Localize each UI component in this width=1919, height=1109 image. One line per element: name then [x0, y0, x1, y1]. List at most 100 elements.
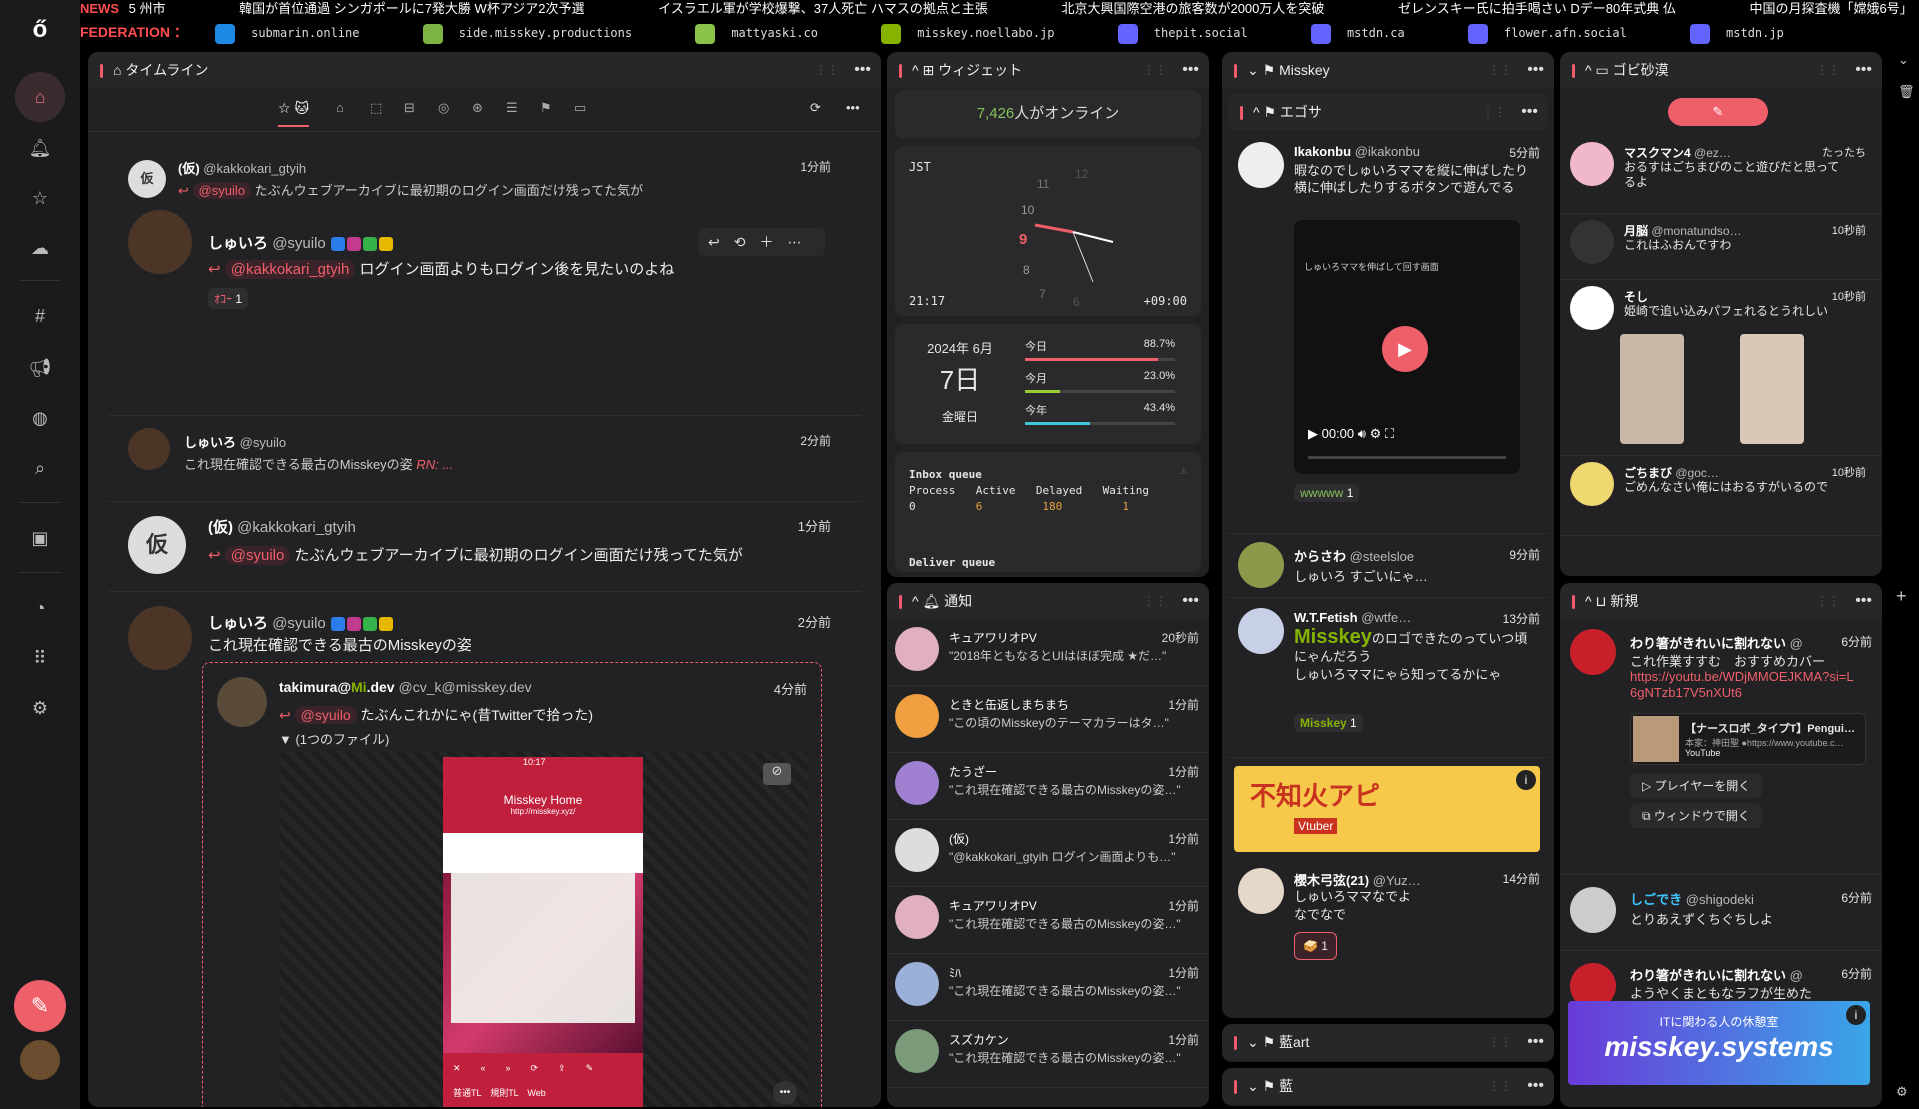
federation-item[interactable]: mattyaski.co	[695, 21, 818, 44]
misskey-logo-icon[interactable]: ő	[24, 14, 56, 46]
screenshot-image[interactable]: 10:17 Misskey Home http://misskey.xyz/ ✕«…	[443, 757, 643, 1107]
tabs-more-icon[interactable]: •••	[846, 100, 860, 115]
notification-item[interactable]: ときと缶返しまちまち "この頃のMisskeyのテーマカラーはタ…" 1分前	[887, 686, 1209, 753]
dashboard-icon[interactable]: ◔	[24, 592, 56, 624]
video-player[interactable]: しゅいろママを伸ばして回す画面 ▶ ▶ 00:00 🔊︎ ⚙ ⛶	[1294, 220, 1520, 474]
note-time[interactable]: 4分前	[774, 679, 807, 698]
note[interactable]: 仮 (仮) @kakkokari_gtyih 1分前 ↩ @syuilo たぶん…	[108, 502, 861, 592]
misskey-header[interactable]: ⌄ ⚑ Misskey ⋮⋮ •••	[1222, 52, 1554, 88]
media-container[interactable]: 10:17 Misskey Home http://misskey.xyz/ ✕«…	[279, 751, 809, 1107]
media-menu-icon[interactable]: •••	[773, 1081, 797, 1105]
ad-banner[interactable]: 不知火アピ Vtuber i	[1234, 766, 1540, 852]
note-actions[interactable]: ↩⟲＋⋯	[698, 228, 826, 256]
grid-icon[interactable]: ⠿	[24, 642, 56, 674]
ticker-item[interactable]: 5 州市	[129, 1, 166, 16]
collapse-icon[interactable]: ⌄	[1898, 52, 1909, 68]
url-link[interactable]: https://youtu.be/WDjMMOEJKMA?si=L6gNTzb1…	[1630, 669, 1860, 701]
avatar[interactable]: 仮	[128, 516, 186, 574]
tab-federated-icon[interactable]: ⊛	[472, 100, 483, 116]
note[interactable]: Ikakonbu @ikakonbu 5分前 暇なのでしゅいろママを縦に伸ばした…	[1228, 134, 1548, 534]
hashtag-icon[interactable]: #	[24, 300, 56, 332]
notification-item[interactable]: たうざー "これ現在確認できる最古のMisskeyの姿…" 1分前	[887, 753, 1209, 820]
avatar[interactable]	[895, 895, 939, 939]
ticker-item[interactable]: イスラエル軍が学校爆撃、37人死亡 ハマスの拠点と主張	[658, 1, 988, 16]
reaction-button[interactable]: 🥪 1	[1294, 932, 1337, 960]
note-author[interactable]: しゅいろ	[208, 615, 268, 632]
hide-media-icon[interactable]: ⊘	[763, 763, 791, 785]
ad-banner[interactable]: ITに関わる人の休憩室 misskey.systems i	[1568, 1001, 1870, 1085]
attached-image[interactable]	[1620, 334, 1684, 444]
note-author[interactable]: (仮)	[178, 161, 200, 176]
more-icon[interactable]: •••	[1527, 52, 1544, 88]
more-icon[interactable]: •••	[1182, 583, 1199, 619]
note-acct[interactable]: @syuilo	[272, 615, 326, 632]
note[interactable]: わり箸がきれいに割れない @ 6分前 これ作業すすむ おすすめカバー https…	[1560, 619, 1882, 875]
note-time[interactable]: 2分前	[800, 432, 831, 449]
mention[interactable]: @kakkokari_gtyih	[224, 260, 356, 279]
tab-home-icon[interactable]: ⌂	[336, 100, 344, 115]
avatar[interactable]	[128, 606, 192, 670]
tab-global-icon[interactable]: ◎	[438, 100, 449, 116]
avatar[interactable]	[1570, 142, 1614, 186]
note-acct[interactable]: @syuilo	[272, 235, 326, 252]
quote-note[interactable]: takimura@Mi.dev @cv_k@misskey.dev 4分前 ↩ …	[202, 662, 822, 1107]
star-icon[interactable]: ☆	[24, 182, 56, 214]
open-player-button[interactable]: ▷ プレイヤーを開く	[1630, 773, 1763, 798]
note-acct[interactable]: @cv_k@misskey.dev	[398, 679, 531, 695]
note[interactable]: からさわ @steelsloe 9分前 しゅいろ すごいにゃ…	[1228, 534, 1548, 598]
avatar[interactable]	[1570, 887, 1616, 933]
federation-item[interactable]: side.misskey.productions	[422, 21, 632, 44]
ticker-item[interactable]: 中国の月探査機「嫦娥6号」	[1749, 1, 1912, 16]
mention[interactable]: @syuilo	[192, 182, 251, 199]
art-header[interactable]: ⌄ ⚑ 藍art ⋮⋮ •••	[1222, 1024, 1554, 1060]
files-toggle[interactable]: ▼ (1つのファイル)	[279, 729, 389, 748]
reaction-button[interactable]: wwwww 1	[1294, 484, 1360, 502]
new-header[interactable]: ^ ⊔ 新規 ⋮⋮ •••	[1560, 583, 1882, 619]
note[interactable]: マスクマン4 @ez… たったち おるすはごちまびのこと遊びだと思ってるよ	[1560, 136, 1882, 214]
federation-item[interactable]: mstdn.jp	[1690, 21, 1784, 44]
note-author[interactable]: (仮)	[208, 519, 233, 536]
bell-icon[interactable]: 🔔︎	[24, 132, 56, 164]
note-acct[interactable]: @kakkokari_gtyih	[203, 161, 306, 176]
open-window-button[interactable]: ⧉ ウィンドウで開く	[1630, 803, 1762, 828]
play-button[interactable]: ▶	[1382, 326, 1428, 372]
timeline-header[interactable]: ⌂ タイムライン ⋮⋮ •••	[88, 52, 881, 88]
note-time[interactable]: 1分前	[800, 158, 831, 175]
megaphone-icon[interactable]: 📢︎	[24, 352, 56, 384]
note-time[interactable]: 2分前	[798, 612, 831, 631]
note[interactable]: しゅいろ @syuilo 2分前 これ現在確認できる最古のMisskeyの姿 R…	[108, 416, 861, 502]
drive-icon[interactable]: ▣	[24, 522, 56, 554]
avatar[interactable]	[128, 428, 170, 470]
federation-item[interactable]: flower.afn.social	[1467, 21, 1627, 44]
note-time[interactable]: 1分前	[798, 516, 831, 535]
notification-item[interactable]: スズカケン "これ現在確認できる最古のMisskeyの姿…" 1分前	[887, 1021, 1209, 1088]
note[interactable]: 櫻木弓弦(21) @Yuz… 14分前 しゅいろママなでよ なでなで 🥪 1	[1228, 860, 1548, 990]
federation-item[interactable]: misskey.noellabo.jp	[881, 21, 1055, 44]
compose-button[interactable]: ✎	[1668, 98, 1768, 126]
cloud-icon[interactable]: ☁	[24, 232, 56, 264]
mention[interactable]: @syuilo	[294, 706, 357, 724]
ticker-item[interactable]: 北京大興国際空港の旅客数が2000万人を突破	[1061, 1, 1324, 16]
tab-list-icon[interactable]: ☰	[506, 100, 518, 116]
home-icon[interactable]: ⌂	[15, 72, 65, 122]
widgets-header[interactable]: ^ ⊞ ウィジェット ⋮⋮ •••	[887, 52, 1209, 88]
account-avatar[interactable]	[20, 1040, 60, 1080]
avatar[interactable]	[1570, 629, 1616, 675]
avatar[interactable]	[895, 1029, 939, 1073]
note-author[interactable]: しゅいろ	[184, 435, 236, 450]
video-seek-bar[interactable]	[1308, 456, 1506, 459]
info-icon[interactable]: i	[1516, 770, 1536, 790]
avatar[interactable]	[1238, 868, 1284, 914]
video-controls[interactable]: ▶ 00:00 🔊︎ ⚙ ⛶	[1308, 426, 1394, 442]
refresh-icon[interactable]: ⟳	[810, 100, 821, 116]
more-icon[interactable]: •••	[1182, 52, 1199, 88]
avatar[interactable]	[1238, 542, 1284, 588]
search-icon[interactable]: ⌕	[24, 452, 56, 484]
more-icon[interactable]: •••	[854, 52, 871, 88]
avatar[interactable]	[895, 828, 939, 872]
note[interactable]: ごちまび @goc… 10秒前 ごめんなさい俺にはおるすがいるので	[1560, 456, 1882, 536]
globe-icon[interactable]: ◍	[24, 402, 56, 434]
more-icon[interactable]: •••	[1855, 583, 1872, 619]
settings-icon[interactable]: ⚙	[24, 692, 56, 724]
note[interactable]: そし 10秒前 姫崎で追い込みパフェれるとうれしい	[1560, 280, 1882, 456]
